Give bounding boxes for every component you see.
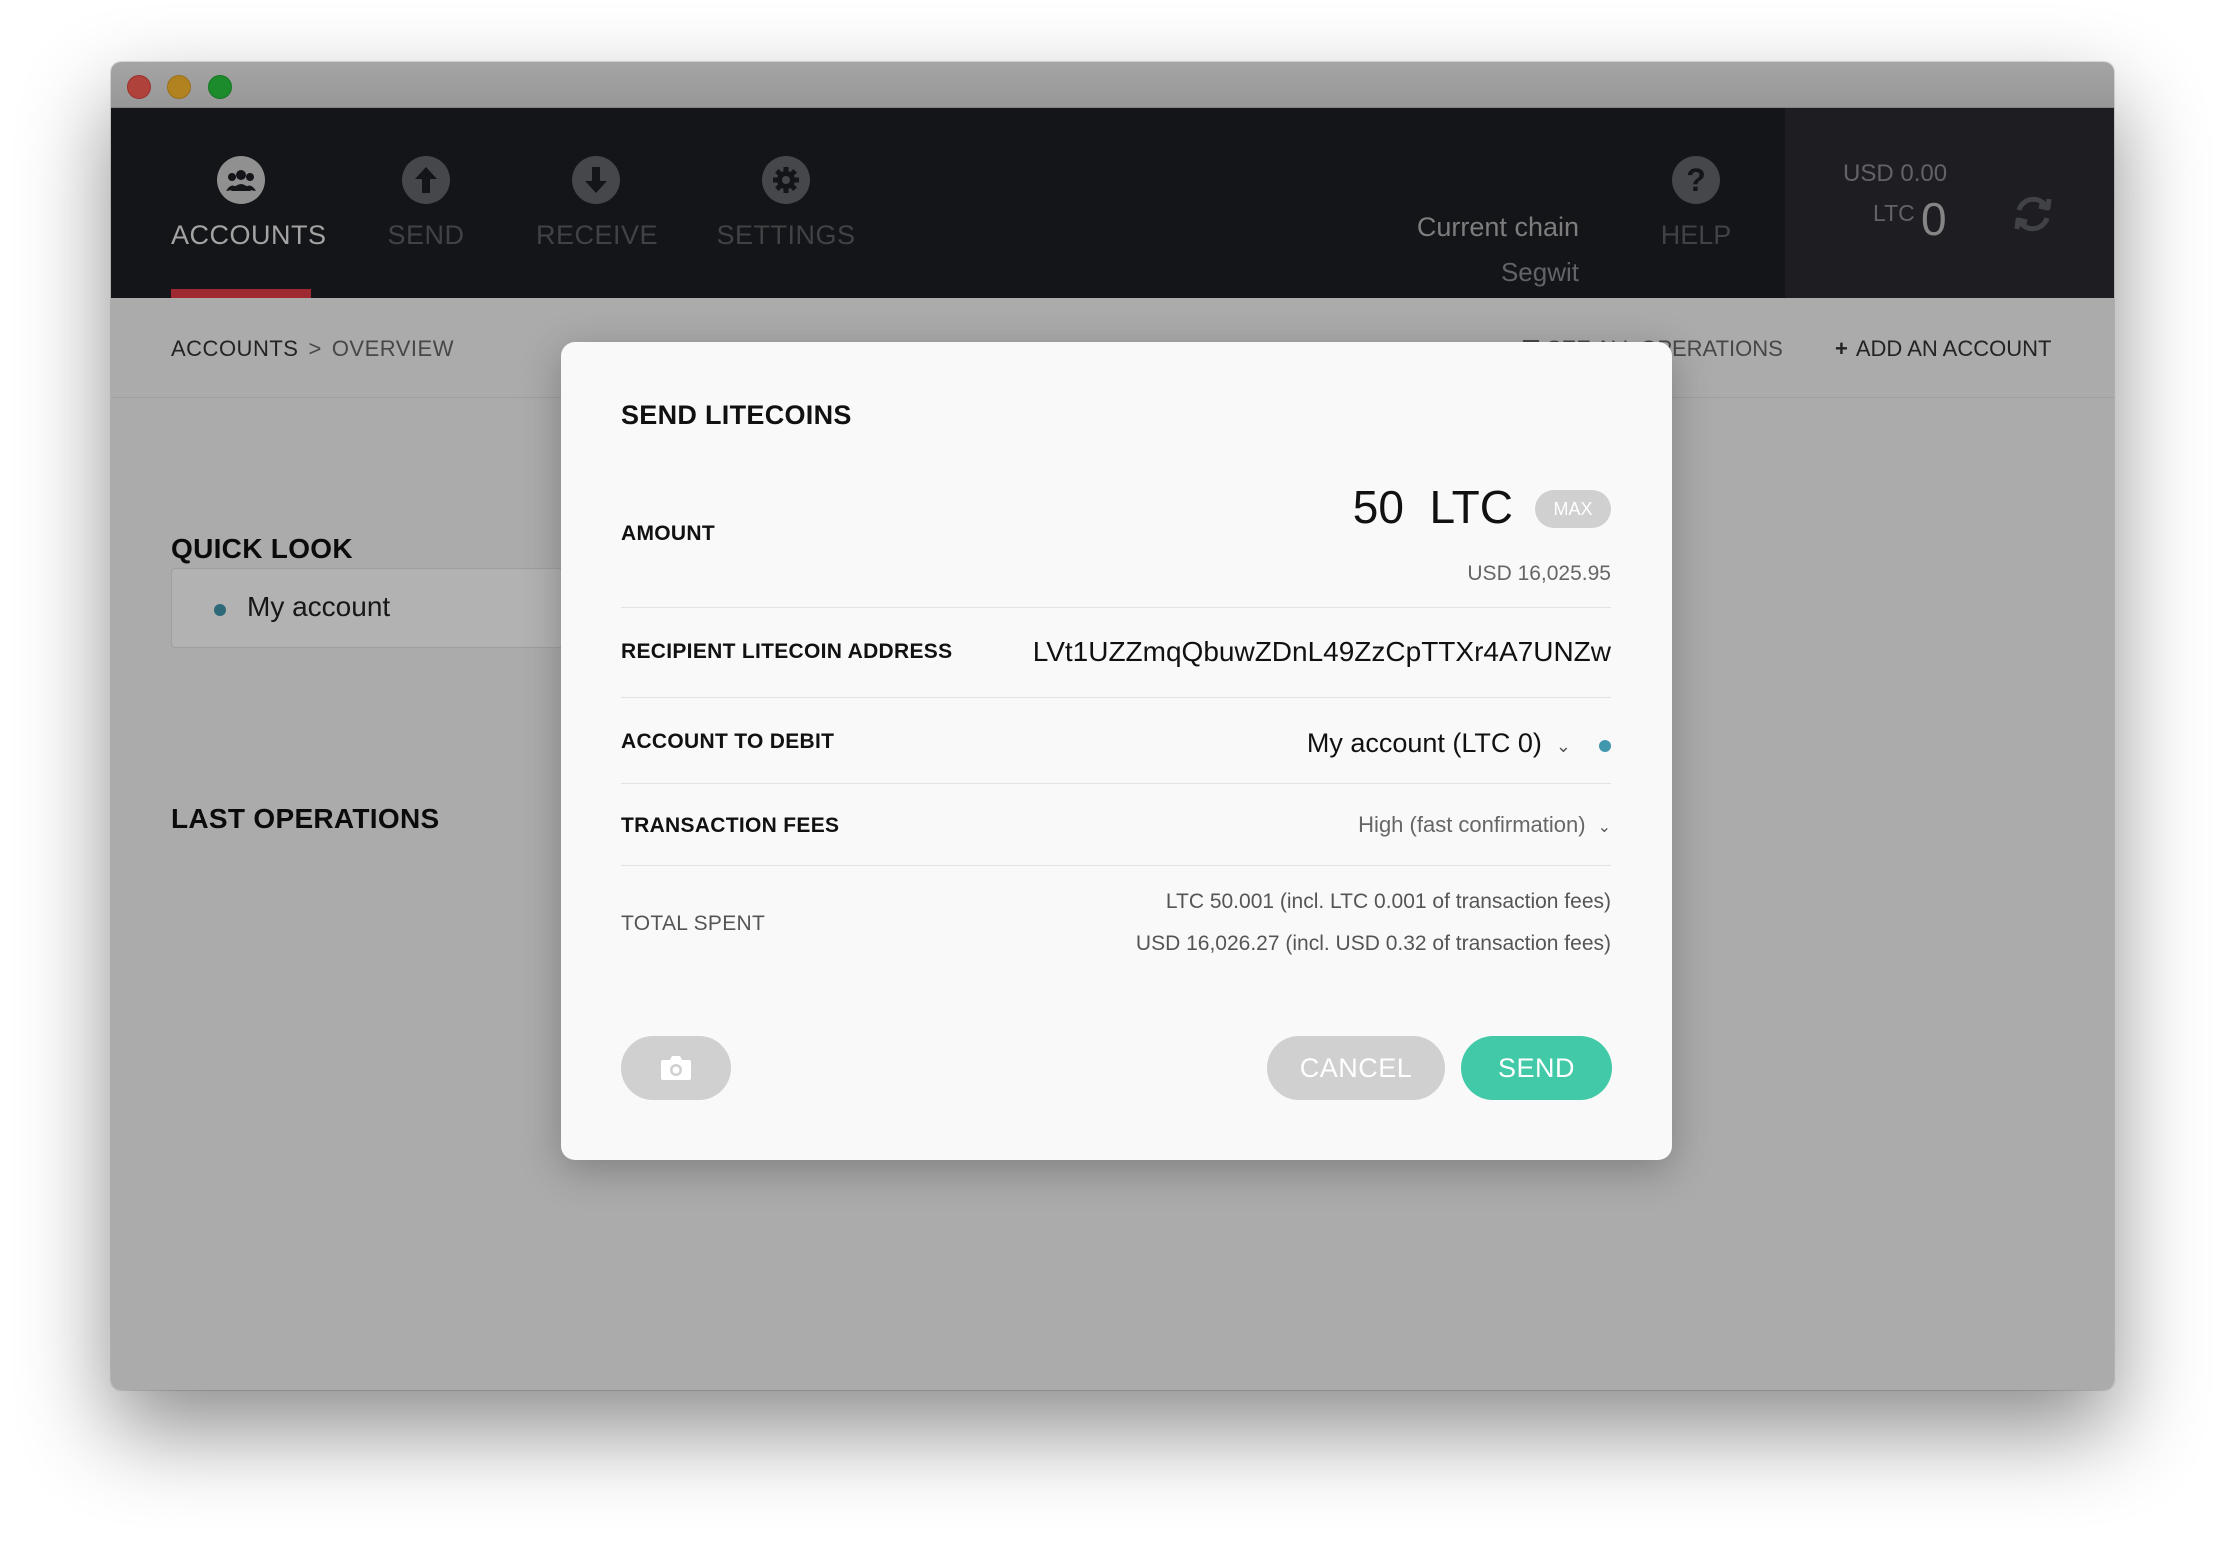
amount-value: 50 [1352,481,1404,533]
total-usd: USD 16,026.27 (incl. USD 0.32 of transac… [1135,932,1611,955]
debit-row: ACCOUNT TO DEBIT My account (LTC 0) ⌄ [621,698,1611,784]
modal-title: SEND LITECOINS [621,400,852,430]
fees-row: TRANSACTION FEES High (fast confirmation… [621,784,1611,866]
amount-row: AMOUNT 50 LTC MAX USD 16,025.95 [621,472,1611,608]
amount-label: AMOUNT [621,522,715,545]
chevron-down-icon: ⌄ [1597,819,1611,836]
amount-unit: LTC [1429,481,1514,533]
send-button[interactable]: SEND [1461,1036,1612,1100]
amount-input[interactable]: 50 LTC [1353,480,1513,534]
fees-select-value: High (fast confirmation) [1358,812,1586,837]
max-button[interactable]: MAX [1535,490,1611,528]
recipient-label: RECIPIENT LITECOIN ADDRESS [621,640,953,663]
debit-label: ACCOUNT TO DEBIT [621,730,835,753]
amount-usd: USD 16,025.95 [1467,562,1611,585]
total-label: TOTAL SPENT [621,912,766,935]
chevron-down-icon: ⌄ [1555,736,1571,756]
camera-icon [661,1056,691,1080]
total-ltc: LTC 50.001 (incl. LTC 0.001 of transacti… [1165,890,1611,913]
cancel-button[interactable]: CANCEL [1267,1036,1445,1100]
fees-label: TRANSACTION FEES [621,814,840,837]
total-row: TOTAL SPENT LTC 50.001 (incl. LTC 0.001 … [621,866,1611,976]
account-color-dot [1599,740,1611,752]
account-select-value: My account (LTC 0) [1306,728,1542,758]
fees-select[interactable]: High (fast confirmation) ⌄ [1358,812,1611,838]
recipient-row: RECIPIENT LITECOIN ADDRESS LVt1UZZmqQbuw… [621,608,1611,698]
send-modal: SEND LITECOINS AMOUNT 50 LTC MAX USD 16,… [561,342,1672,1160]
account-select[interactable]: My account (LTC 0) ⌄ [1307,728,1571,759]
scan-qr-button[interactable] [621,1036,731,1100]
recipient-address-input[interactable]: LVt1UZZmqQbuwZDnL49ZzCpTTXr4A7UNZw [1033,636,1611,668]
